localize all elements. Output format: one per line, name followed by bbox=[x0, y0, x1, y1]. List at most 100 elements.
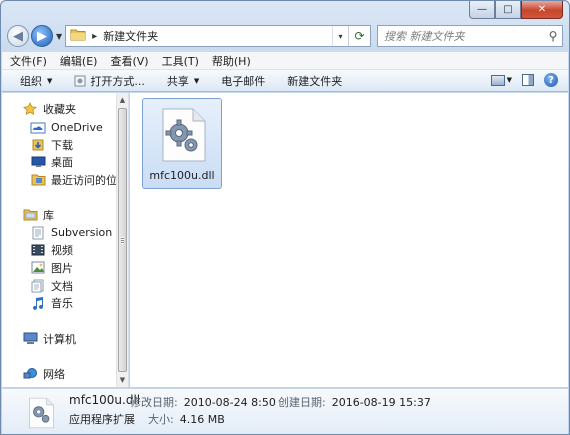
documents-icon bbox=[30, 279, 46, 293]
nav-downloads[interactable]: 下载 bbox=[30, 136, 73, 153]
email-button[interactable]: 电子邮件 bbox=[221, 73, 265, 89]
menu-edit[interactable]: 编辑(E) bbox=[60, 53, 98, 69]
size-label: 大小: bbox=[148, 413, 174, 426]
explorer-window: — □ ✕ ◀ ▶ ▼ ▸ 新建文件夹 ▾ ⟳ 搜索 新建文件夹 ⚲ 文件(F)… bbox=[0, 0, 570, 435]
recent-pages-dropdown[interactable]: ▼ bbox=[56, 32, 62, 41]
dll-gear-icon bbox=[26, 397, 56, 432]
chevron-down-icon: ▼ bbox=[47, 76, 53, 85]
nav-pictures[interactable]: 图片 bbox=[30, 259, 73, 276]
caption-buttons: — □ ✕ bbox=[469, 1, 563, 19]
menu-view[interactable]: 查看(V) bbox=[110, 53, 148, 69]
nav-onedrive-label: OneDrive bbox=[51, 121, 103, 134]
share-button[interactable]: 共享 ▼ bbox=[167, 73, 199, 89]
new-folder-button[interactable]: 新建文件夹 bbox=[287, 73, 342, 89]
scroll-up-icon[interactable]: ▲ bbox=[117, 93, 128, 107]
nav-favorites[interactable]: 收藏夹 bbox=[22, 100, 76, 117]
command-bar: 组织 ▼ 打开方式... 共享 ▼ 电子邮件 新建文件夹 ▼ ? bbox=[2, 70, 568, 92]
file-item[interactable]: mfc100u.dll bbox=[142, 98, 222, 189]
open-with-icon bbox=[74, 75, 86, 87]
nav-favorites-label: 收藏夹 bbox=[43, 102, 76, 116]
new-folder-label: 新建文件夹 bbox=[287, 74, 343, 88]
search-icon[interactable]: ⚲ bbox=[544, 29, 562, 43]
nav-libraries[interactable]: 库 bbox=[22, 206, 54, 223]
details-file-type: 应用程序扩展 bbox=[69, 413, 135, 426]
address-row: ◀ ▶ ▼ ▸ 新建文件夹 ▾ ⟳ 搜索 新建文件夹 ⚲ bbox=[7, 23, 563, 49]
nav-scrollbar[interactable]: ▲ ▼ bbox=[116, 93, 128, 387]
subversion-icon bbox=[30, 226, 46, 240]
computer-icon bbox=[22, 332, 38, 346]
menu-help[interactable]: 帮助(H) bbox=[212, 53, 251, 69]
created-label: 创建日期: bbox=[278, 396, 326, 409]
nav-videos-label: 视频 bbox=[51, 243, 73, 257]
organize-label: 组织 bbox=[20, 74, 42, 88]
details-created: 创建日期: 2016-08-19 15:37 bbox=[278, 394, 431, 410]
preview-pane-button[interactable] bbox=[522, 74, 534, 86]
change-view-button[interactable]: ▼ bbox=[490, 74, 512, 86]
navigation-pane: 收藏夹 OneDrive 下载 桌面 最近访问的位置 库 Subversion … bbox=[2, 93, 129, 387]
nav-desktop[interactable]: 桌面 bbox=[30, 153, 73, 170]
menu-tools[interactable]: 工具(T) bbox=[162, 53, 199, 69]
details-modified: 修改日期: 2010-08-24 8:50 bbox=[130, 394, 276, 410]
help-button[interactable]: ? bbox=[544, 73, 558, 87]
nav-computer-label: 计算机 bbox=[43, 332, 76, 346]
created-value: 2016-08-19 15:37 bbox=[331, 396, 431, 409]
arrow-right-icon: ▶ bbox=[37, 28, 47, 44]
scroll-down-icon[interactable]: ▼ bbox=[117, 373, 128, 387]
email-label: 电子邮件 bbox=[221, 74, 266, 88]
folder-icon bbox=[70, 28, 86, 44]
menu-bar: 文件(F) 编辑(E) 查看(V) 工具(T) 帮助(H) bbox=[2, 52, 568, 70]
nav-recent-places[interactable]: 最近访问的位置 bbox=[30, 171, 128, 188]
downloads-icon bbox=[30, 138, 46, 152]
nav-desktop-label: 桌面 bbox=[51, 155, 73, 169]
details-size: 大小: 4.16 MB bbox=[148, 411, 225, 427]
nav-music-label: 音乐 bbox=[51, 296, 73, 310]
modified-value: 2010-08-24 8:50 bbox=[183, 396, 276, 409]
menu-file[interactable]: 文件(F) bbox=[10, 53, 47, 69]
view-controls: ▼ ? bbox=[481, 73, 558, 87]
nav-network-label: 网络 bbox=[43, 367, 65, 381]
open-with-label: 打开方式... bbox=[90, 74, 145, 88]
nav-network[interactable]: 网络 bbox=[22, 365, 65, 382]
share-label: 共享 bbox=[166, 74, 189, 88]
nav-onedrive[interactable]: OneDrive bbox=[30, 119, 103, 136]
nav-music[interactable]: 音乐 bbox=[30, 294, 73, 311]
chevron-down-icon: ▼ bbox=[506, 76, 512, 84]
address-bar[interactable]: ▸ 新建文件夹 ▾ ⟳ bbox=[65, 25, 371, 47]
maximize-button[interactable]: □ bbox=[495, 1, 521, 19]
onedrive-icon bbox=[30, 121, 46, 135]
back-button[interactable]: ◀ bbox=[7, 25, 29, 47]
view-icon bbox=[490, 74, 505, 86]
scroll-thumb[interactable] bbox=[118, 108, 127, 372]
preview-pane-icon bbox=[522, 74, 534, 86]
path-separator[interactable]: ▸ bbox=[92, 31, 97, 42]
nav-videos[interactable]: 视频 bbox=[30, 241, 73, 258]
nav-subversion[interactable]: Subversion bbox=[30, 224, 112, 241]
close-button[interactable]: ✕ bbox=[521, 1, 563, 19]
network-icon bbox=[22, 367, 38, 381]
modified-label: 修改日期: bbox=[130, 396, 178, 409]
open-with-button[interactable]: 打开方式... bbox=[74, 73, 145, 89]
file-list-pane[interactable]: mfc100u.dll bbox=[130, 93, 568, 387]
organize-button[interactable]: 组织 ▼ bbox=[20, 73, 52, 89]
library-icon bbox=[22, 208, 38, 222]
nav-subversion-label: Subversion bbox=[51, 226, 113, 239]
refresh-button[interactable]: ⟳ bbox=[348, 26, 370, 46]
address-history-dropdown[interactable]: ▾ bbox=[332, 26, 348, 46]
nav-documents[interactable]: 文档 bbox=[30, 277, 73, 294]
pictures-icon bbox=[30, 261, 46, 275]
nav-computer[interactable]: 计算机 bbox=[22, 330, 76, 347]
search-input[interactable]: 搜索 新建文件夹 ⚲ bbox=[377, 25, 563, 47]
search-placeholder: 搜索 新建文件夹 bbox=[384, 30, 465, 43]
file-name: mfc100u.dll bbox=[149, 169, 215, 182]
arrow-left-icon: ◀ bbox=[13, 28, 23, 44]
forward-button[interactable]: ▶ bbox=[31, 25, 53, 47]
details-pane: mfc100u.dll 应用程序扩展 修改日期: 2010-08-24 8:50 … bbox=[2, 388, 568, 434]
dll-gear-icon bbox=[157, 107, 209, 166]
nav-downloads-label: 下载 bbox=[51, 138, 73, 152]
minimize-button[interactable]: — bbox=[469, 1, 495, 19]
nav-documents-label: 文档 bbox=[51, 279, 73, 293]
star-icon bbox=[22, 101, 38, 116]
nav-pictures-label: 图片 bbox=[51, 261, 73, 275]
music-icon bbox=[30, 296, 46, 310]
address-location[interactable]: 新建文件夹 bbox=[103, 28, 332, 44]
